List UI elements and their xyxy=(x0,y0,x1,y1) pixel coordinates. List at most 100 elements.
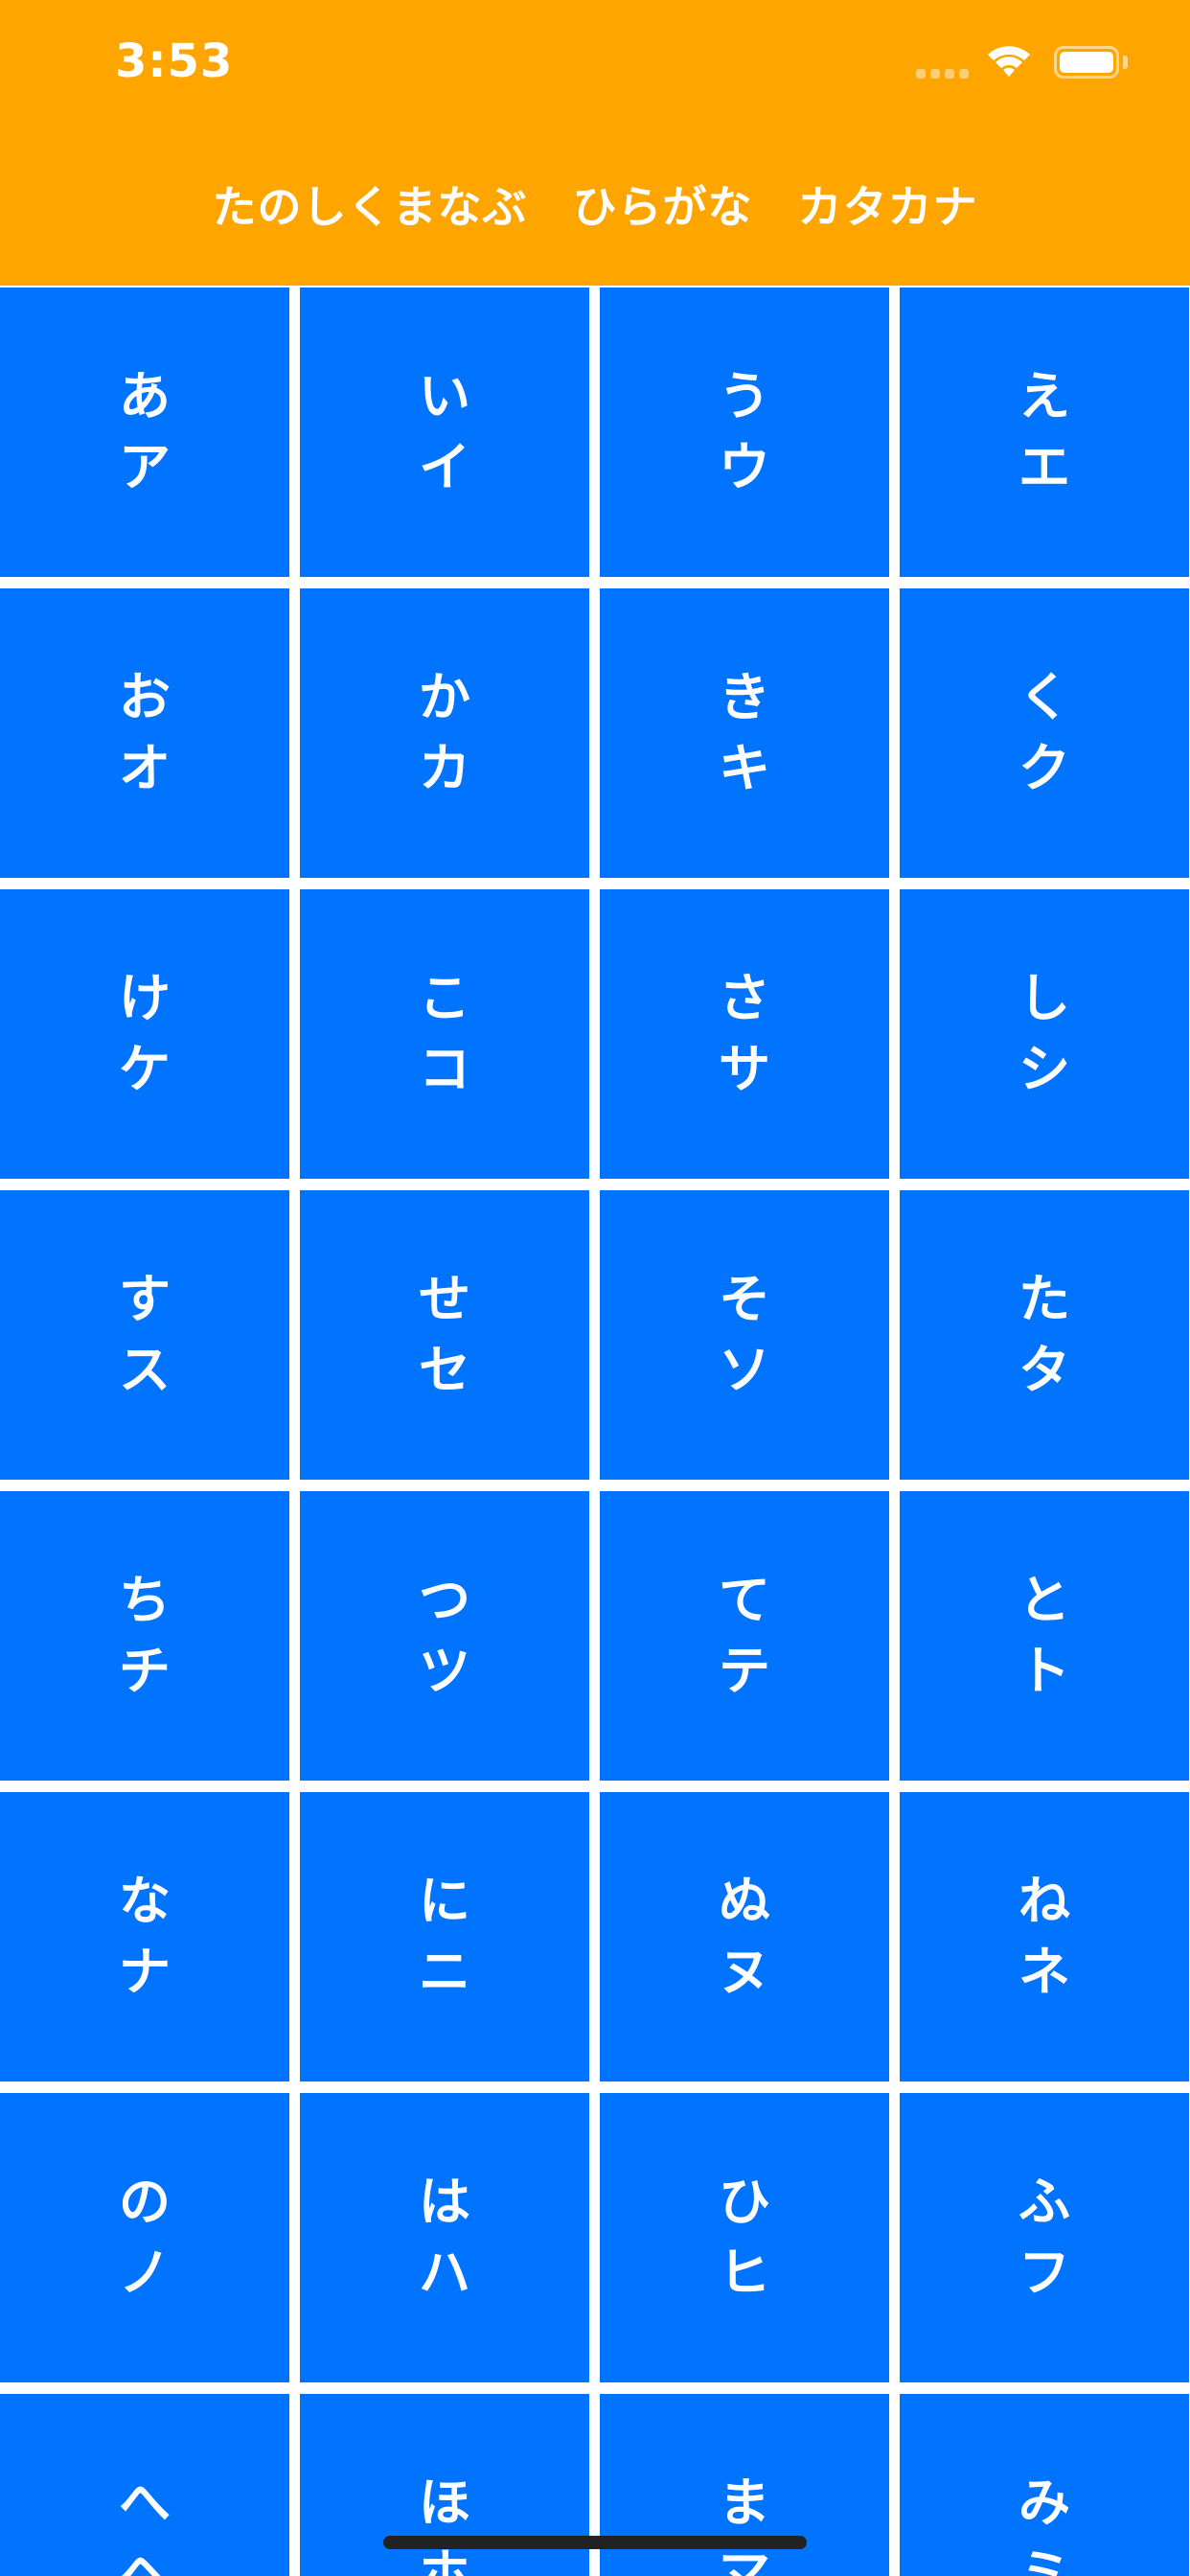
hiragana-label: き xyxy=(719,667,770,727)
katakana-label: チ xyxy=(119,1641,171,1701)
hiragana-label: け xyxy=(119,968,171,1028)
battery-icon xyxy=(1054,46,1119,79)
hiragana-label: せ xyxy=(419,1269,470,1329)
kana-cell[interactable]: へヘ xyxy=(0,2394,289,2576)
kana-cell[interactable]: たタ xyxy=(900,1190,1189,1480)
hiragana-label: ま xyxy=(719,2472,770,2533)
kana-cell[interactable]: のノ xyxy=(0,2093,289,2382)
battery-tip xyxy=(1123,56,1128,69)
katakana-label: エ xyxy=(1018,437,1070,497)
hiragana-label: ぬ xyxy=(719,1871,770,1931)
katakana-label: ソ xyxy=(719,1340,770,1400)
hiragana-label: あ xyxy=(119,366,171,426)
katakana-label: イ xyxy=(419,437,470,497)
kana-cell[interactable]: てテ xyxy=(600,1491,889,1781)
hiragana-label: さ xyxy=(719,968,770,1028)
hiragana-label: な xyxy=(119,1871,171,1931)
kana-cell[interactable]: けケ xyxy=(0,889,289,1179)
kana-cell[interactable]: くク xyxy=(900,588,1189,878)
katakana-label: ノ xyxy=(119,2242,171,2303)
kana-cell[interactable]: そソ xyxy=(600,1190,889,1480)
kana-cell[interactable]: おオ xyxy=(0,588,289,878)
kana-cell[interactable]: みミ xyxy=(900,2394,1189,2576)
header-bar: 3:53 たのしくまなぶ ひらがな カタカナ xyxy=(0,0,1190,286)
hiragana-label: え xyxy=(1018,366,1070,426)
hiragana-label: ほ xyxy=(419,2472,470,2533)
kana-cell[interactable]: ちチ xyxy=(0,1491,289,1781)
katakana-label: キ xyxy=(719,738,770,798)
katakana-label: ナ xyxy=(119,1942,171,2002)
katakana-label: ニ xyxy=(419,1942,470,2002)
hiragana-label: て xyxy=(719,1570,770,1630)
katakana-label: フ xyxy=(1018,2242,1070,2303)
kana-cell[interactable]: かカ xyxy=(300,588,589,878)
app-title: たのしくまなぶ ひらがな カタカナ xyxy=(212,181,978,233)
kana-cell[interactable]: うウ xyxy=(600,288,889,577)
hiragana-label: そ xyxy=(719,1269,770,1329)
katakana-label: ケ xyxy=(119,1039,171,1099)
katakana-label: ネ xyxy=(1018,1942,1070,2002)
katakana-label: ア xyxy=(119,437,171,497)
katakana-label: ス xyxy=(119,1340,171,1400)
hiragana-label: す xyxy=(119,1269,171,1329)
kana-cell[interactable]: つツ xyxy=(300,1491,589,1781)
kana-cell[interactable]: きキ xyxy=(600,588,889,878)
kana-cell[interactable]: こコ xyxy=(300,889,589,1179)
hiragana-label: ひ xyxy=(719,2172,770,2232)
kana-cell[interactable]: いイ xyxy=(300,288,589,577)
hiragana-label: に xyxy=(419,1871,470,1931)
kana-cell[interactable]: はハ xyxy=(300,2093,589,2382)
katakana-label: ヘ xyxy=(119,2543,171,2576)
hiragana-label: こ xyxy=(419,968,470,1028)
hiragana-label: お xyxy=(119,667,171,727)
hiragana-label: ふ xyxy=(1018,2172,1070,2232)
hiragana-label: つ xyxy=(419,1570,470,1630)
kana-cell[interactable]: ひヒ xyxy=(600,2093,889,2382)
hiragana-label: い xyxy=(419,366,470,426)
katakana-label: ウ xyxy=(719,437,770,497)
hiragana-label: と xyxy=(1018,1570,1070,1630)
katakana-label: ツ xyxy=(419,1641,470,1701)
kana-cell[interactable]: ねネ xyxy=(900,1792,1189,2082)
katakana-label: セ xyxy=(419,1340,470,1400)
kana-cell[interactable]: ぬヌ xyxy=(600,1792,889,2082)
kana-cell[interactable]: しシ xyxy=(900,889,1189,1179)
hiragana-label: ち xyxy=(119,1570,171,1630)
kana-cell[interactable]: すス xyxy=(0,1190,289,1480)
hiragana-label: の xyxy=(119,2172,171,2232)
kana-cell[interactable]: あア xyxy=(0,288,289,577)
hiragana-label: み xyxy=(1018,2472,1070,2533)
hiragana-label: し xyxy=(1018,968,1070,1028)
katakana-label: オ xyxy=(119,738,171,798)
hiragana-label: た xyxy=(1018,1269,1070,1329)
kana-cell[interactable]: にニ xyxy=(300,1792,589,2082)
katakana-label: ミ xyxy=(1018,2543,1070,2576)
hiragana-label: ね xyxy=(1018,1871,1070,1931)
kana-grid: あアいイうウえエおオかカきキくクけケこコさサしシすスせセそソたタちチつツてテとト… xyxy=(0,288,1190,2576)
katakana-label: ヒ xyxy=(719,2242,770,2303)
kana-cell[interactable]: ふフ xyxy=(900,2093,1189,2382)
kana-cell[interactable]: せセ xyxy=(300,1190,589,1480)
katakana-label: カ xyxy=(419,738,470,798)
katakana-label: ハ xyxy=(419,2242,470,2303)
katakana-label: ク xyxy=(1018,738,1070,798)
kana-cell[interactable]: なナ xyxy=(0,1792,289,2082)
katakana-label: テ xyxy=(719,1641,770,1701)
status-bar-time: 3:53 xyxy=(115,34,234,88)
katakana-label: ヌ xyxy=(719,1942,770,2002)
kana-cell[interactable]: とト xyxy=(900,1491,1189,1781)
hiragana-label: か xyxy=(419,667,470,727)
hiragana-label: は xyxy=(419,2172,470,2232)
katakana-label: シ xyxy=(1018,1039,1070,1099)
katakana-label: サ xyxy=(719,1039,770,1099)
hiragana-label: く xyxy=(1018,667,1070,727)
wifi-icon xyxy=(988,46,1030,77)
kana-cell[interactable]: さサ xyxy=(600,889,889,1179)
katakana-label: コ xyxy=(419,1039,470,1099)
cellular-signal-icon xyxy=(916,69,969,79)
home-indicator[interactable] xyxy=(383,2536,807,2549)
hiragana-label: へ xyxy=(119,2472,171,2533)
kana-cell[interactable]: えエ xyxy=(900,288,1189,577)
katakana-label: タ xyxy=(1018,1340,1070,1400)
app-screen: 3:53 たのしくまなぶ ひらがな カタカナ あアいイうウえエおオかカきキくクけ… xyxy=(0,0,1190,2576)
